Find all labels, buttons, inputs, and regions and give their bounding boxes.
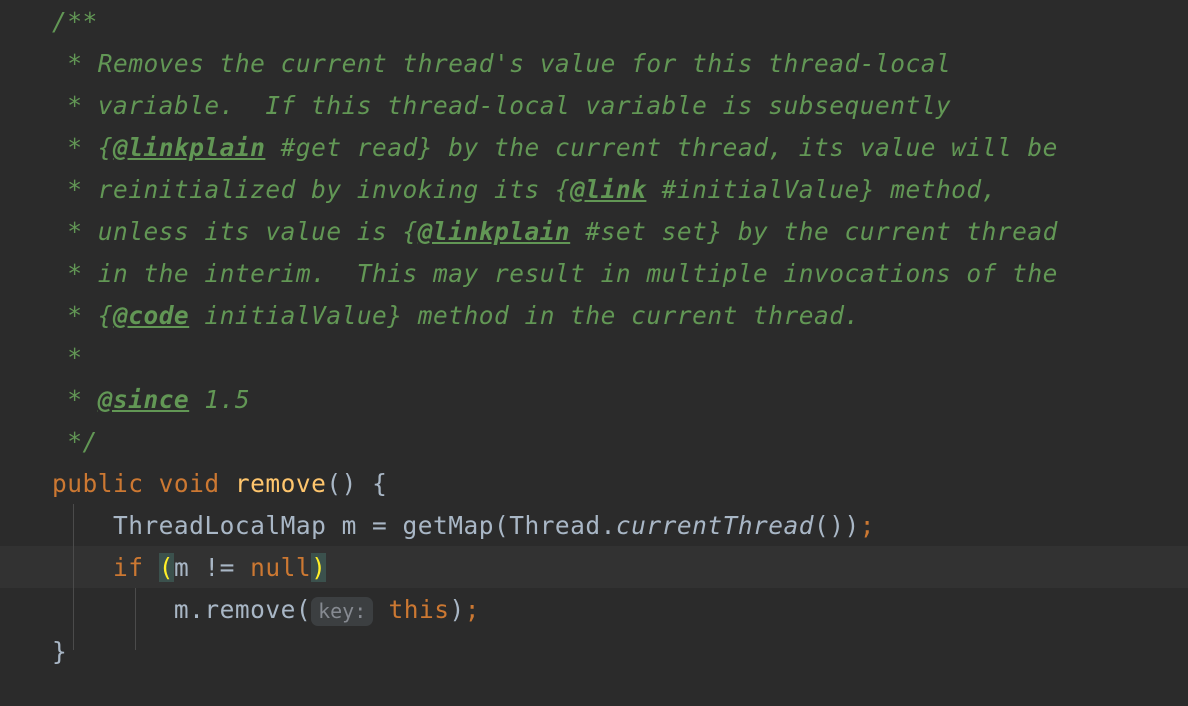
code-token-plain: ()): [814, 511, 860, 540]
code-token-static-m: currentThread: [615, 511, 815, 540]
code-lines-container[interactable]: /** * Removes the current thread's value…: [0, 0, 1188, 673]
code-token-kw: null: [250, 553, 312, 582]
code-token-doc-tag: @code: [112, 301, 190, 330]
code-token-kw: this: [388, 595, 450, 624]
code-token-doc: * in the interim. This may result in mul…: [52, 259, 1058, 288]
code-line[interactable]: public void remove() {: [0, 463, 1188, 505]
code-editor-viewport[interactable]: /** * Removes the current thread's value…: [0, 0, 1188, 706]
code-line[interactable]: /**: [0, 1, 1188, 43]
code-token-doc: #set set} by the current thread: [570, 217, 1058, 246]
code-token-brace-hl: ): [311, 553, 327, 582]
code-token-doc-tag: @link: [570, 175, 647, 204]
code-token-doc: */: [52, 427, 98, 456]
code-line[interactable]: }: [0, 631, 1188, 673]
code-token-semi: ;: [859, 511, 875, 540]
code-token-doc: initialValue} method in the current thre…: [189, 301, 860, 330]
code-line[interactable]: * @since 1.5: [0, 379, 1188, 421]
code-token-doc-tag: @linkplain: [417, 217, 571, 246]
code-line[interactable]: * {@code initialValue} method in the cur…: [0, 295, 1188, 337]
code-line[interactable]: * {@linkplain #get read} by the current …: [0, 127, 1188, 169]
code-token-doc: *: [52, 343, 83, 372]
code-token-doc: * Removes the current thread's value for…: [52, 49, 952, 78]
code-line[interactable]: * variable. If this thread-local variabl…: [0, 85, 1188, 127]
code-token-plain: m !=: [173, 553, 251, 582]
code-line[interactable]: ThreadLocalMap m = getMap(Thread.current…: [0, 505, 1188, 547]
code-token-doc: * reinitialized by invoking its {: [52, 175, 571, 204]
code-line[interactable]: * Removes the current thread's value for…: [0, 43, 1188, 85]
code-token-plain: ): [449, 595, 465, 624]
code-token-doc: * variable. If this thread-local variabl…: [52, 91, 952, 120]
code-token-plain: () {: [326, 469, 388, 498]
code-token-plain: ThreadLocalMap m = getMap(Thread.: [52, 511, 616, 540]
code-token-method: remove: [234, 469, 327, 498]
code-token-doc: 1.5: [189, 385, 251, 414]
code-token-doc: * unless its value is {: [52, 217, 418, 246]
code-token-plain: m.remove(: [52, 595, 312, 624]
code-line[interactable]: if (m != null): [0, 547, 1188, 589]
code-line[interactable]: * in the interim. This may result in mul…: [0, 253, 1188, 295]
code-line[interactable]: m.remove(key: this);: [0, 589, 1188, 631]
code-token-doc-tag: @linkplain: [112, 133, 266, 162]
code-token-doc-tag: @since: [97, 385, 190, 414]
code-token-brace-hl: (: [158, 553, 174, 582]
code-token-doc: *: [52, 385, 98, 414]
code-token-doc: #initialValue} method,: [646, 175, 997, 204]
code-token-kw: if: [112, 553, 144, 582]
code-token-plain: }: [52, 637, 68, 666]
code-token-semi: ;: [464, 595, 480, 624]
code-line[interactable]: * reinitialized by invoking its {@link #…: [0, 169, 1188, 211]
code-token-kw: public void: [52, 469, 235, 498]
code-line[interactable]: *: [0, 337, 1188, 379]
code-token-doc: #get read} by the current thread, its va…: [265, 133, 1058, 162]
code-line[interactable]: * unless its value is {@linkplain #set s…: [0, 211, 1188, 253]
code-token-doc: * {: [52, 301, 113, 330]
code-token-doc: * {: [52, 133, 113, 162]
code-token-doc: /**: [52, 7, 98, 36]
code-line[interactable]: */: [0, 421, 1188, 463]
code-token-param-hint[interactable]: key:: [311, 597, 374, 626]
